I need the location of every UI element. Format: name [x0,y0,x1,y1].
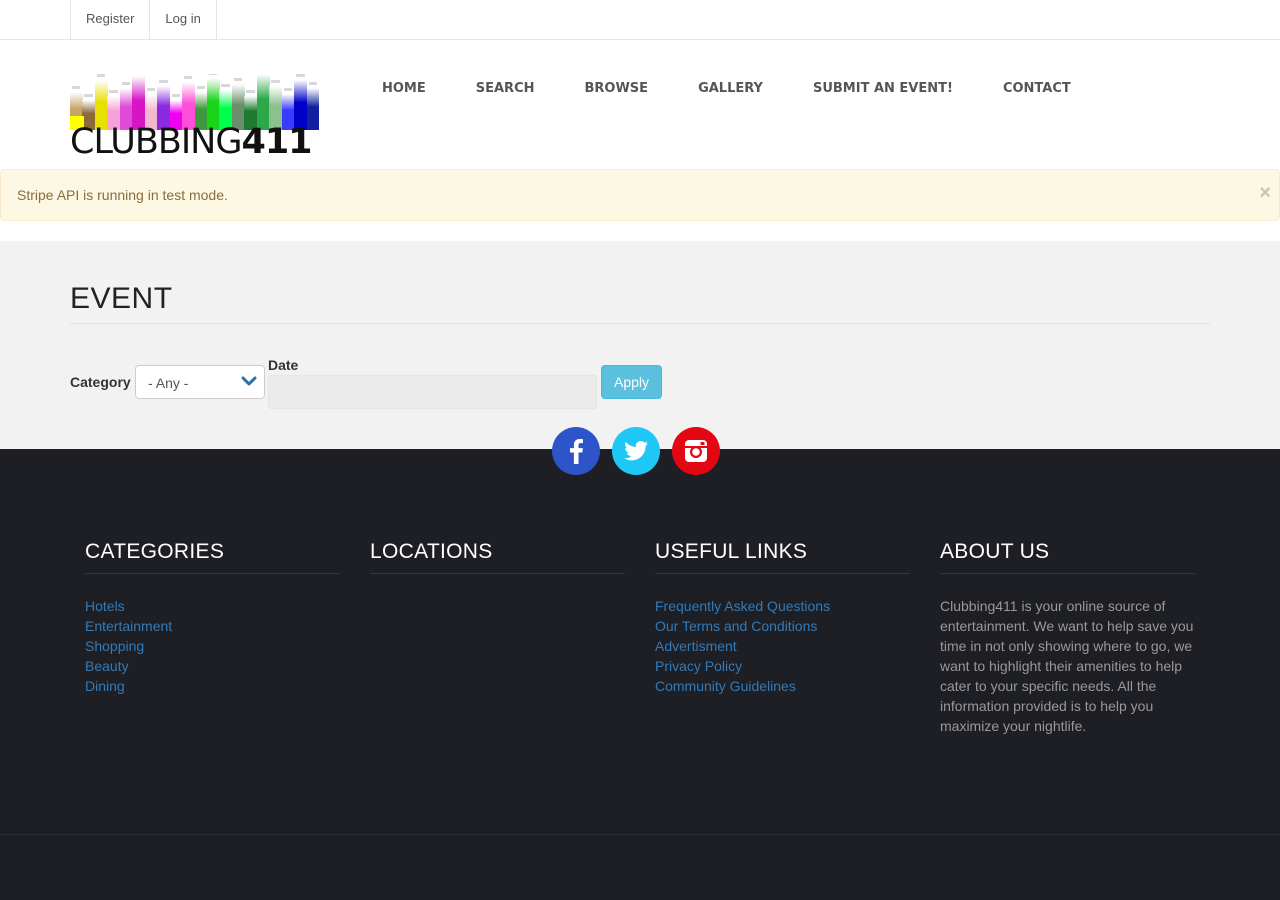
date-label: Date [268,357,299,373]
list-item: Frequently Asked Questions [655,596,910,616]
list-item: Beauty [85,656,340,676]
useful-links-divider [655,573,910,574]
apply-button[interactable]: Apply [601,365,662,399]
nav-search[interactable]: SEARCH [451,80,560,98]
alert-close-icon[interactable]: × [1259,182,1271,204]
footer-about: ABOUT US Clubbing411 is your online sour… [940,540,1195,736]
categories-list: Hotels Entertainment Shopping Beauty Din… [85,596,340,696]
site-logo[interactable]: CLUBBING411 [70,74,320,162]
top-bar: Register Log in [0,0,1280,40]
category-link-shopping[interactable]: Shopping [85,638,144,654]
locations-divider [370,573,625,574]
login-link[interactable]: Log in [149,0,217,39]
footer-categories: CATEGORIES Hotels Entertainment Shopping… [85,540,340,696]
instagram-button[interactable] [672,427,720,475]
about-text: Clubbing411 is your online source of ent… [940,598,1194,734]
link-community-guidelines[interactable]: Community Guidelines [655,678,796,694]
facebook-button[interactable] [552,427,600,475]
page-title: EVENT [70,282,173,315]
category-select[interactable]: - Any - [135,365,265,399]
footer-locations: LOCATIONS [370,540,625,574]
link-privacy-policy[interactable]: Privacy Policy [655,658,742,674]
alert-message: Stripe API is running in test mode. [17,187,228,203]
category-label: Category [70,374,131,390]
link-terms[interactable]: Our Terms and Conditions [655,618,817,634]
list-item: Advertisment [655,636,910,656]
list-item: Privacy Policy [655,656,910,676]
account-links: Register Log in [70,0,217,39]
date-input[interactable] [268,375,597,409]
about-divider [940,573,1195,574]
category-link-entertainment[interactable]: Entertainment [85,618,172,634]
list-item: Community Guidelines [655,676,910,696]
test-mode-alert: Stripe API is running in test mode. × [0,169,1280,221]
twitter-button[interactable] [612,427,660,475]
nav-contact[interactable]: CONTACT [978,80,1096,98]
useful-links-heading: USEFUL LINKS [655,540,808,563]
locations-heading: LOCATIONS [370,540,493,563]
link-advertisment[interactable]: Advertisment [655,638,737,654]
logo-wordmark: CLUBBING411 [70,122,313,162]
categories-heading: CATEGORIES [85,540,225,563]
chevron-down-icon [241,376,257,386]
category-link-dining[interactable]: Dining [85,678,125,694]
category-link-hotels[interactable]: Hotels [85,598,125,614]
logo-text-bold: 411 [241,122,312,162]
twitter-icon [624,441,648,461]
about-heading: ABOUT US [940,540,1050,563]
list-item: Dining [85,676,340,696]
nav-gallery[interactable]: GALLERY [673,80,788,98]
logo-text-thin: CLUBBING [70,122,242,162]
footer-useful-links: USEFUL LINKS Frequently Asked Questions … [655,540,910,696]
nav-browse[interactable]: BROWSE [560,80,674,98]
useful-links-list: Frequently Asked Questions Our Terms and… [655,596,910,696]
list-item: Hotels [85,596,340,616]
category-select-value: - Any - [148,375,189,391]
categories-divider [85,573,340,574]
nav-home[interactable]: HOME [357,80,451,98]
register-link[interactable]: Register [70,0,149,39]
category-link-beauty[interactable]: Beauty [85,658,129,674]
footer-bottom-divider [0,834,1280,835]
list-item: Shopping [85,636,340,656]
link-faq[interactable]: Frequently Asked Questions [655,598,830,614]
list-item: Our Terms and Conditions [655,616,910,636]
nav-submit-event[interactable]: SUBMIT AN EVENT! [788,80,978,98]
main-content: EVENT Category - Any - Date Apply [0,241,1280,449]
list-item: Entertainment [85,616,340,636]
instagram-icon [685,440,707,462]
main-nav: HOME SEARCH BROWSE GALLERY SUBMIT AN EVE… [357,80,1096,98]
facebook-icon [570,439,583,464]
title-divider [70,323,1210,324]
